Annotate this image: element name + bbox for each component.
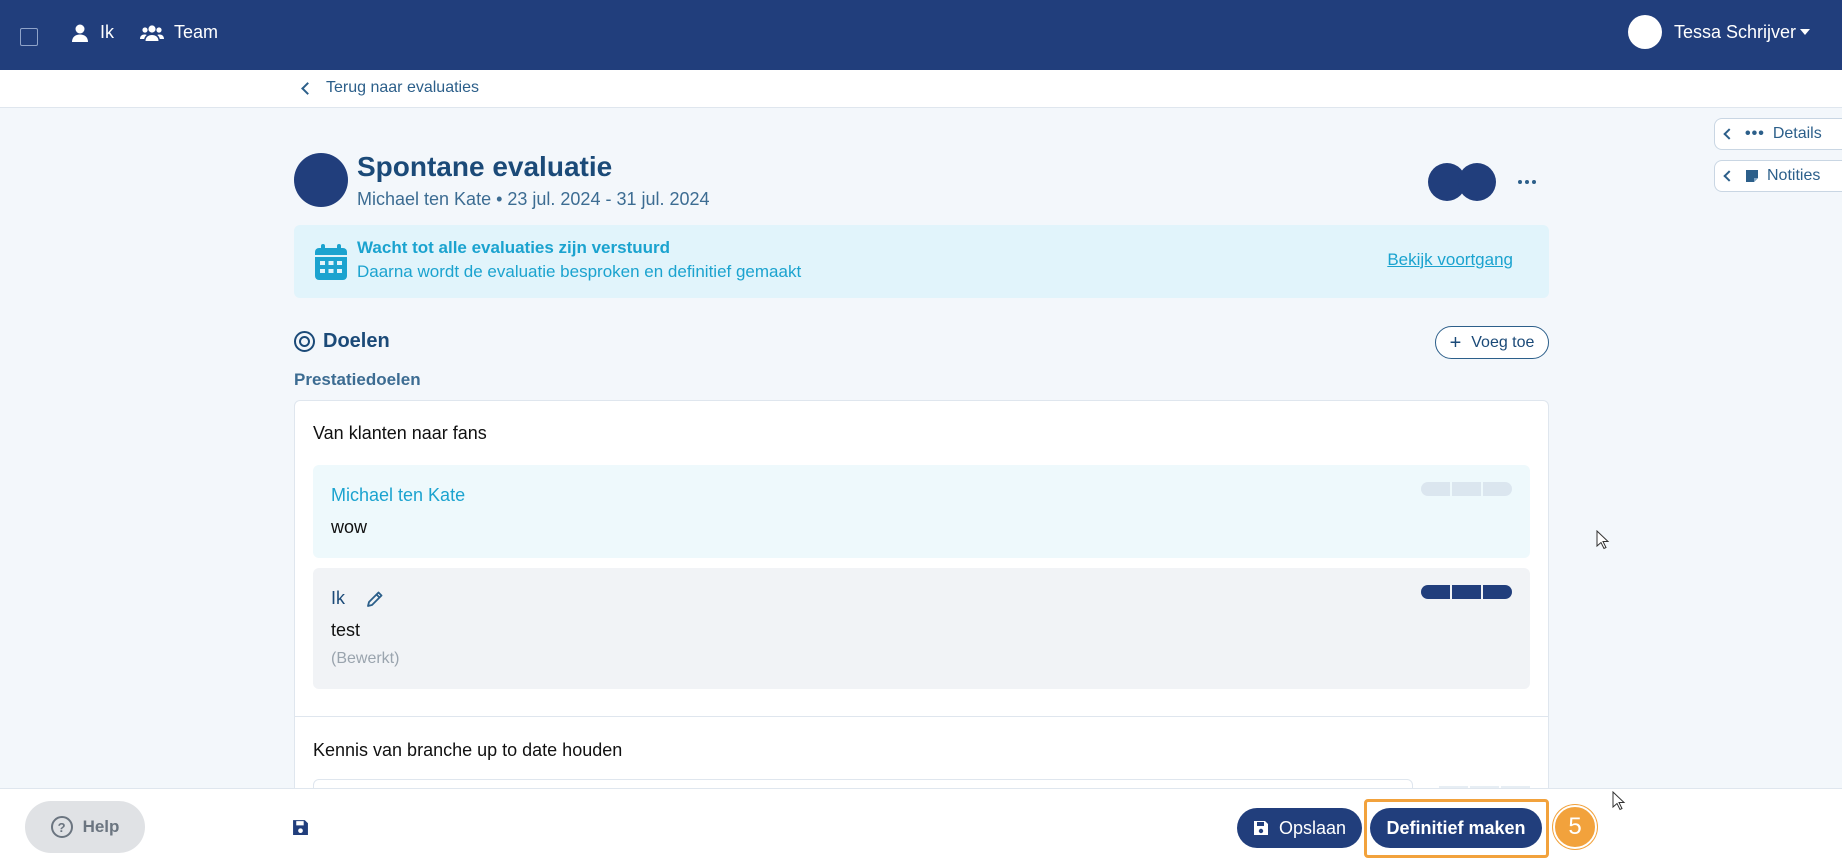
plus-icon: + bbox=[1449, 331, 1462, 354]
breadcrumb: Terug naar evaluaties bbox=[0, 70, 1842, 108]
logo-image[interactable] bbox=[20, 28, 38, 46]
note-icon bbox=[1746, 170, 1758, 182]
page-subtitle: Michael ten Kate • 23 jul. 2024 - 31 jul… bbox=[357, 189, 710, 209]
nav-item-label: Team bbox=[174, 22, 219, 42]
pencil-icon[interactable] bbox=[365, 589, 385, 609]
entry-author: Ik bbox=[331, 588, 346, 608]
list-item: Ik test (Bewerkt) bbox=[313, 568, 1530, 689]
bottom-action-bar: ? Help Opslaan Definitief maken 5 bbox=[0, 788, 1842, 866]
goals-card: Van klanten naar fans Michael ten Kate w… bbox=[294, 400, 1549, 800]
mouse-cursor-icon bbox=[1612, 791, 1626, 811]
save-button[interactable]: Opslaan bbox=[1237, 808, 1362, 848]
notes-tab[interactable]: Notities bbox=[1714, 160, 1842, 192]
user-menu[interactable]: Tessa Schrijver bbox=[1627, 15, 1810, 49]
users-icon bbox=[140, 24, 164, 41]
nav-item-label: Ik bbox=[100, 22, 115, 42]
add-goal-button[interactable]: + Voeg toe bbox=[1435, 326, 1549, 359]
chevron-left-icon bbox=[301, 81, 314, 95]
notes-tab-label: Notities bbox=[1767, 167, 1821, 184]
help-label: Help bbox=[82, 817, 120, 836]
calendar-icon bbox=[315, 244, 347, 280]
caret-down-icon bbox=[1800, 29, 1810, 35]
banner-title: Wacht tot alle evaluaties zijn verstuurd bbox=[357, 238, 671, 257]
performance-goals-heading: Prestatiedoelen bbox=[294, 370, 421, 389]
more-options-button[interactable] bbox=[1515, 170, 1539, 194]
save-icon[interactable] bbox=[292, 819, 309, 836]
finalize-button[interactable]: Definitief maken bbox=[1370, 808, 1542, 848]
entry-author: Michael ten Kate bbox=[331, 485, 466, 505]
details-tab[interactable]: ••• Details bbox=[1714, 118, 1842, 150]
page-title: Spontane evaluatie bbox=[357, 151, 613, 182]
rating-bar bbox=[1421, 585, 1512, 599]
question-icon: ? bbox=[50, 816, 73, 838]
user-name: Tessa Schrijver bbox=[1673, 21, 1796, 42]
user-icon bbox=[72, 24, 88, 42]
view-progress-link[interactable]: Bekijk voortgang bbox=[1387, 250, 1513, 270]
save-icon bbox=[1253, 821, 1268, 835]
rating-bar bbox=[1421, 482, 1512, 496]
entry-text: wow bbox=[331, 517, 368, 537]
help-button[interactable]: ? Help bbox=[25, 801, 145, 853]
goal-title: Van klanten naar fans bbox=[313, 423, 487, 443]
employee-avatar bbox=[294, 153, 348, 207]
chevron-left-icon bbox=[1723, 170, 1735, 182]
back-link-label: Terug naar evaluaties bbox=[326, 79, 479, 96]
entry-text: test bbox=[331, 620, 361, 640]
goals-heading: Doelen bbox=[294, 330, 390, 353]
info-banner: Wacht tot alle evaluaties zijn verstuurd… bbox=[294, 225, 1549, 298]
avatar bbox=[1458, 163, 1496, 201]
ellipsis-icon: ••• bbox=[1745, 125, 1765, 142]
back-link[interactable]: Terug naar evaluaties bbox=[301, 79, 479, 97]
list-item: Michael ten Kate wow bbox=[313, 465, 1530, 558]
mouse-cursor-icon bbox=[1596, 530, 1610, 550]
nav-item-team[interactable]: Team bbox=[140, 22, 218, 43]
avatar bbox=[1627, 15, 1662, 49]
target-icon bbox=[294, 331, 315, 352]
banner-text: Daarna wordt de evaluatie besproken en d… bbox=[357, 262, 802, 281]
goals-title: Doelen bbox=[323, 330, 390, 352]
save-button-label: Opslaan bbox=[1278, 817, 1347, 838]
goal-title: Kennis van branche up to date houden bbox=[313, 740, 623, 760]
divider bbox=[295, 716, 1548, 717]
add-goal-label: Voeg toe bbox=[1471, 333, 1535, 351]
participants-avatars[interactable] bbox=[1428, 163, 1498, 201]
chevron-left-icon bbox=[1723, 128, 1735, 140]
step-badge: 5 bbox=[1553, 805, 1597, 849]
nav-item-ik[interactable]: Ik bbox=[70, 22, 114, 43]
details-tab-label: Details bbox=[1772, 125, 1822, 142]
edited-label: (Bewerkt) bbox=[331, 650, 400, 667]
top-navbar: Ik Team Tessa Schrijver bbox=[0, 0, 1842, 70]
